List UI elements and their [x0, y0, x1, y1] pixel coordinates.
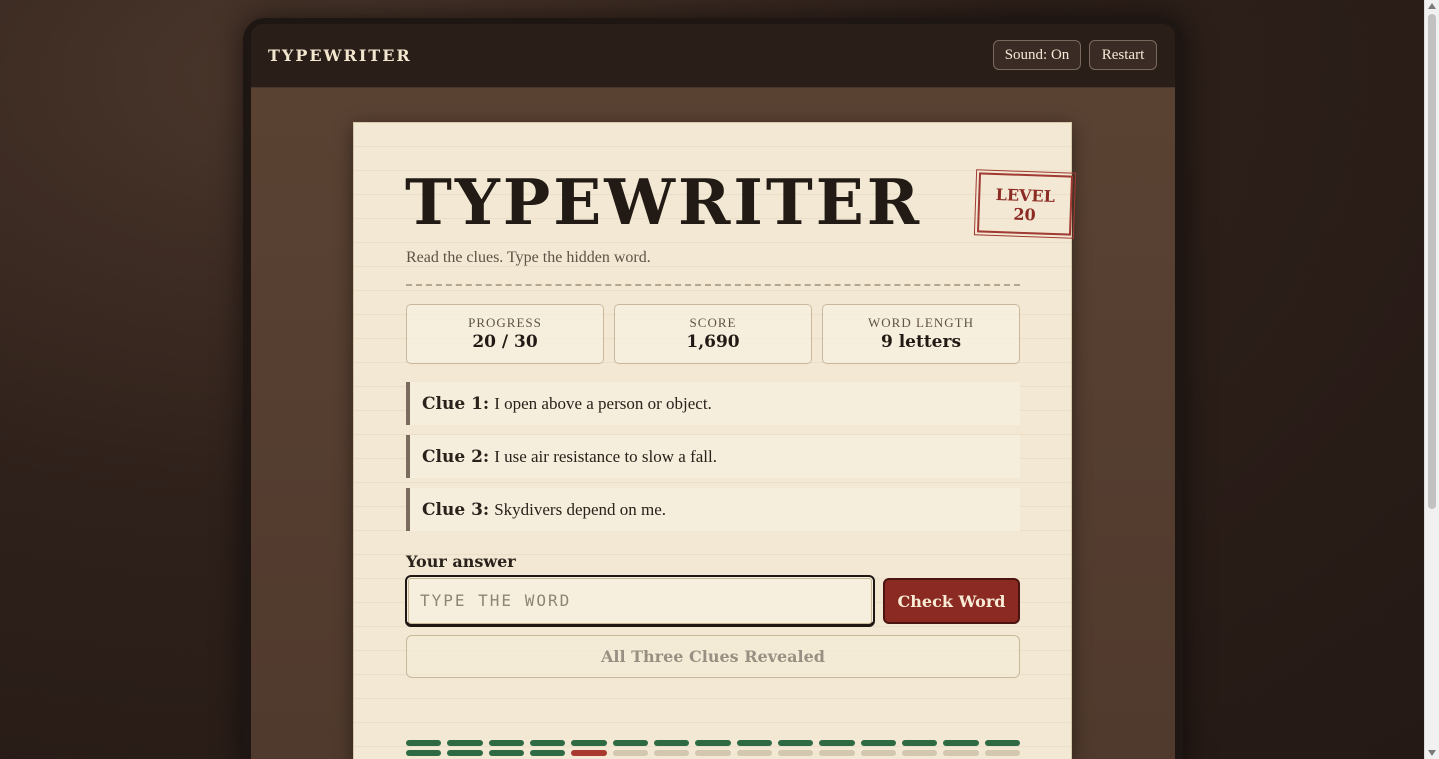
clue-text: I open above a person or object. [494, 393, 712, 413]
level-segment [860, 750, 896, 756]
level-stamp: LEVEL 20 [973, 169, 1077, 239]
scroll-thumb[interactable] [1428, 14, 1436, 509]
stat-label: SCORE [689, 315, 737, 330]
level-segment [943, 750, 979, 756]
game-paper: TYPEWRITER LEVEL 20 Read the clues. Type… [353, 122, 1077, 759]
clue-text: Skydivers depend on me. [494, 499, 667, 519]
level-segment [736, 740, 772, 746]
restart-button[interactable]: Restart [1089, 40, 1157, 70]
level-segment [447, 740, 483, 746]
clue-3: Clue 3: Skydivers depend on me. [406, 488, 1020, 531]
level-segment [901, 750, 938, 756]
game-subtitle: Read the clues. Type the hidden word. [406, 249, 651, 266]
level-segment [695, 750, 731, 756]
level-segment [488, 750, 524, 756]
game-title: TYPEWRITER [405, 165, 923, 239]
clue-1: Clue 1: I open above a person or object. [406, 382, 1020, 425]
level-segment [984, 740, 1020, 746]
level-segment [901, 740, 938, 746]
stat-label: WORD LENGTH [868, 315, 974, 330]
stat-value: 1,690 [686, 332, 740, 352]
level-stamp-number: 20 [1013, 204, 1037, 225]
level-segment [777, 750, 814, 756]
sound-toggle-button[interactable]: Sound: On [993, 40, 1081, 70]
clue-label: Clue 2: [422, 446, 490, 467]
answer-label: Your answer [406, 552, 516, 571]
clue-label: Clue 3: [422, 499, 490, 520]
level-segment [943, 740, 979, 746]
level-progress-track [406, 740, 1020, 756]
brand-logo: TYPEWRITER [268, 46, 412, 65]
level-segment [860, 740, 896, 746]
word-length-stat: WORD LENGTH 9 letters [822, 304, 1020, 364]
level-segment [819, 740, 855, 746]
scroll-down-icon[interactable] [1428, 750, 1436, 756]
top-bar: TYPEWRITER Sound: On Restart [251, 24, 1175, 88]
stat-value: 9 letters [880, 332, 962, 352]
level-segment [406, 750, 442, 756]
level-segment [984, 750, 1020, 756]
answer-input[interactable] [405, 575, 875, 627]
progress-stat: PROGRESS 20 / 30 [406, 304, 604, 364]
dashed-divider [406, 284, 1020, 286]
clue-2: Clue 2: I use air resistance to slow a f… [406, 435, 1020, 478]
level-segment [819, 750, 855, 756]
scroll-up-icon[interactable] [1428, 3, 1436, 9]
level-segment [695, 740, 731, 746]
level-segment [529, 740, 566, 746]
level-segment [406, 740, 442, 746]
clue-text: I use air resistance to slow a fall. [494, 446, 717, 466]
level-segment [447, 750, 483, 756]
level-segment [488, 740, 524, 746]
level-segment [777, 740, 814, 746]
level-segment [612, 740, 648, 746]
level-segment [571, 750, 607, 756]
level-segment [571, 740, 607, 746]
page-scrollbar[interactable] [1424, 0, 1439, 759]
clue-label: Clue 1: [422, 393, 490, 414]
reveal-clues-button[interactable]: All Three Clues Revealed [406, 635, 1020, 678]
level-segment [653, 740, 690, 746]
level-segment [612, 750, 648, 756]
level-segment [529, 750, 566, 756]
score-stat: SCORE 1,690 [614, 304, 812, 364]
stat-label: PROGRESS [468, 315, 542, 330]
level-segment [653, 750, 690, 756]
check-word-button[interactable]: Check Word [883, 578, 1020, 624]
stat-value: 20 / 30 [472, 332, 538, 352]
level-segment [736, 750, 772, 756]
